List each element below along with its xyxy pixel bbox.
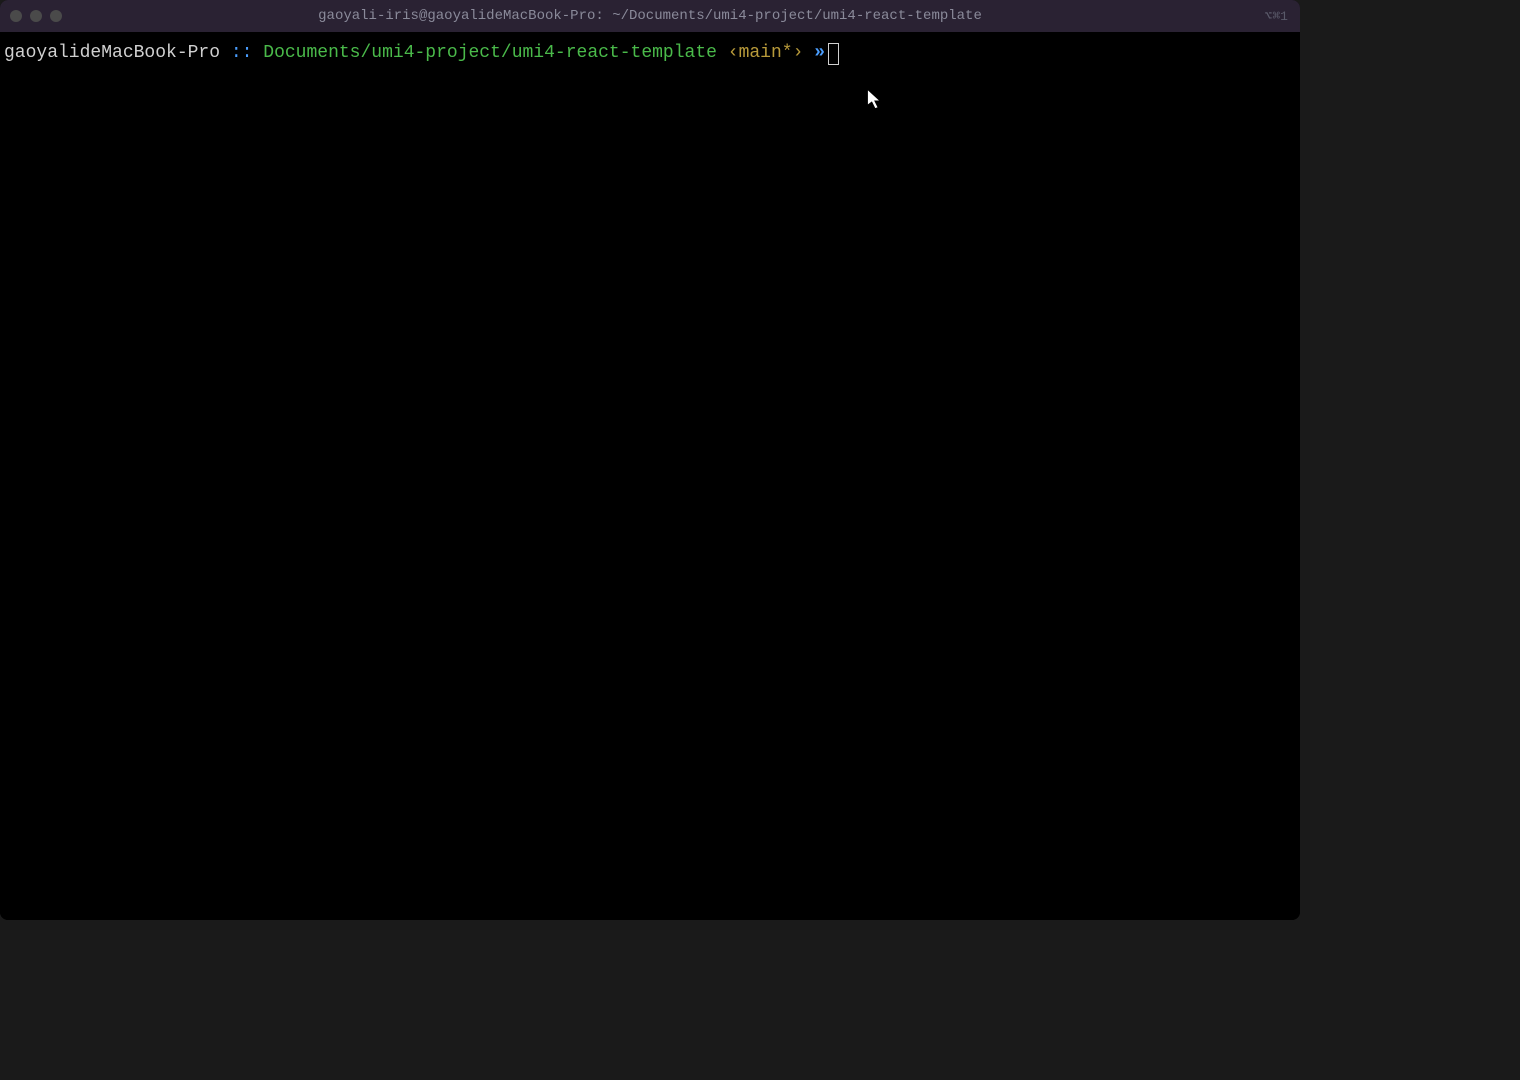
prompt-host: gaoyalideMacBook-Pro — [4, 40, 220, 67]
close-button[interactable] — [10, 10, 22, 22]
prompt-arrow: » — [814, 40, 825, 67]
prompt-separator: :: — [220, 40, 263, 67]
terminal-body[interactable]: gaoyalideMacBook-Pro :: Documents/umi4-p… — [0, 32, 1300, 920]
git-branch: main* — [739, 40, 793, 67]
title-bar[interactable]: gaoyali-iris@gaoyalideMacBook-Pro: ~/Doc… — [0, 0, 1300, 32]
traffic-lights — [10, 10, 62, 22]
cursor-icon — [828, 43, 839, 65]
minimize-button[interactable] — [30, 10, 42, 22]
prompt-path: Documents/umi4-project/umi4-react-templa… — [263, 40, 717, 67]
prompt-line: gaoyalideMacBook-Pro :: Documents/umi4-p… — [4, 40, 1296, 67]
git-branch-open: ‹ — [717, 40, 739, 67]
terminal-window: gaoyali-iris@gaoyalideMacBook-Pro: ~/Doc… — [0, 0, 1300, 920]
window-shortcut-hint: ⌥⌘1 — [1265, 9, 1288, 24]
git-branch-close: › — [793, 40, 815, 67]
window-title: gaoyali-iris@gaoyalideMacBook-Pro: ~/Doc… — [318, 8, 982, 24]
mouse-cursor-icon — [866, 88, 884, 117]
maximize-button[interactable] — [50, 10, 62, 22]
